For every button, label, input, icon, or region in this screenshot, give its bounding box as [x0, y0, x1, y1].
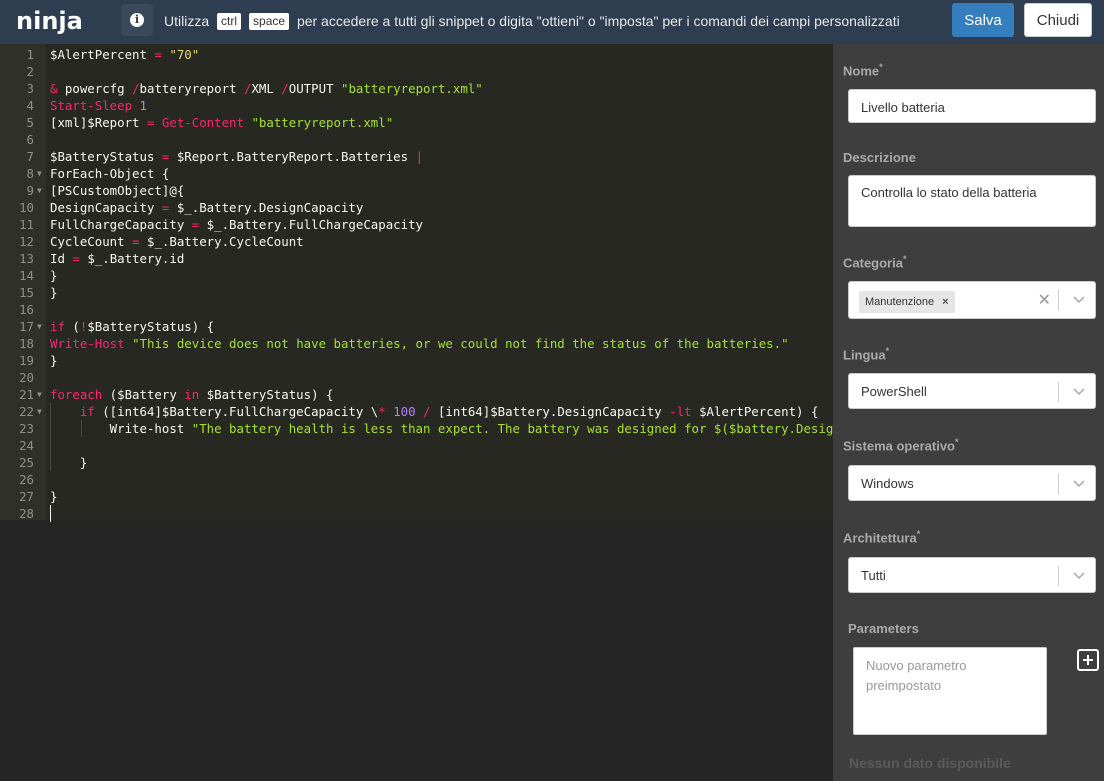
code-line: 24 — [0, 437, 833, 454]
code-line: 13 Id = $_.Battery.id — [19, 251, 185, 266]
description-textarea[interactable]: Controlla lo stato della batteria — [848, 175, 1096, 227]
code-line: 26 — [19, 472, 34, 487]
code-line: 11 FullChargeCapacity = $_.Battery.FullCh… — [19, 217, 424, 232]
chevron-down-icon[interactable] — [1073, 569, 1085, 581]
chevron-down-icon[interactable] — [1073, 293, 1085, 305]
language-label: Lingua* — [843, 346, 890, 363]
info-icon[interactable]: i — [121, 4, 153, 36]
code-line: 6 — [26, 132, 34, 147]
code-line: 22 ▼ if ([int64]$Battery.FullChargeCapaci… — [19, 403, 819, 420]
os-select[interactable]: Windows — [848, 465, 1096, 501]
add-parameter-icon[interactable] — [1077, 649, 1099, 671]
code-line: 27} — [19, 489, 58, 504]
category-label: Categoria* — [843, 254, 907, 271]
category-tag: Manutenzione × — [859, 291, 955, 313]
code-line: 28 — [0, 505, 833, 522]
close-button[interactable]: Chiudi — [1024, 3, 1092, 37]
top-bar: ninja i Utilizza ctrl space per accedere … — [0, 0, 1104, 44]
new-parameter-input[interactable]: Nuovo parametro preimpostato — [853, 647, 1047, 735]
code-line: 25 } — [19, 454, 88, 471]
clear-icon[interactable]: ✕ — [1038, 290, 1051, 310]
code-line: 14} — [19, 268, 58, 283]
code-line: 10 DesignCapacity = $_.Battery.DesignCapa… — [19, 200, 364, 215]
name-label: Nome* — [843, 62, 883, 79]
name-input[interactable]: Livello batteria — [848, 89, 1096, 123]
shortcut-hint: Utilizza ctrl space per accedere a tutti … — [164, 13, 900, 30]
chevron-down-icon[interactable] — [1073, 385, 1085, 397]
ninja-logo: ninja — [16, 7, 83, 35]
chevron-down-icon[interactable] — [1073, 477, 1085, 489]
code-line: 23 Write-host "The battery health is les… — [19, 420, 833, 437]
code-line: 4 Start-Sleep 1 — [26, 98, 147, 113]
os-label: Sistema operativo* — [843, 437, 959, 454]
ctrl-key-badge: ctrl — [217, 13, 242, 30]
code-line: 8 ▼ ForEach-Object { — [26, 166, 170, 181]
language-select[interactable]: PowerShell — [848, 373, 1096, 409]
save-button[interactable]: Salva — [952, 3, 1014, 37]
code-editor[interactable]: 1 $AlertPercent = "70" 2 3 & powercfg /bat… — [0, 44, 833, 781]
hint-suffix: per accedere a tutti gli snippet o digit… — [296, 13, 900, 29]
code-line: 16 — [19, 302, 34, 317]
code-line: 18 Write-Host "This device does not have … — [19, 336, 789, 351]
description-label: Descrizione — [843, 150, 916, 165]
no-data-text: Nessun dato disponibile — [849, 755, 1011, 771]
code-line: 7 $BatteryStatus = $Report.BatteryReport.… — [26, 149, 424, 164]
remove-tag-icon[interactable]: × — [942, 296, 948, 308]
code-line: 21 ▼ foreach ($Battery in $BatteryStatus) … — [19, 387, 334, 402]
parameters-label: Parameters — [848, 621, 919, 636]
architecture-label: Architettura* — [843, 529, 921, 546]
hint-prefix: Utilizza — [164, 13, 210, 29]
code-line: 9 ▼ [PSCustomObject]@{ — [26, 183, 185, 198]
text-caret — [50, 505, 51, 522]
code-line: 20 — [19, 370, 34, 385]
code-line: 17 ▼ if (!$BatteryStatus) { — [19, 319, 215, 334]
code-line: 12 CycleCount = $_.Battery.CycleCount — [19, 234, 304, 249]
properties-panel: Nome* Livello batteria Descrizione Contr… — [833, 44, 1104, 781]
code-line: 19} — [19, 353, 58, 368]
category-select[interactable]: Manutenzione × ✕ — [848, 281, 1096, 319]
code-line: 5 [xml]$Report = Get-Content "batteryrepo… — [26, 115, 394, 130]
architecture-select[interactable]: Tutti — [848, 557, 1096, 593]
code-line: 2 — [26, 64, 34, 79]
code-line: 3 & powercfg /batteryreport /XML /OUTPUT … — [26, 81, 483, 96]
code-line: 1 $AlertPercent = "70" — [26, 47, 200, 62]
space-key-badge: space — [249, 13, 290, 30]
code-line: 15} — [19, 285, 58, 300]
